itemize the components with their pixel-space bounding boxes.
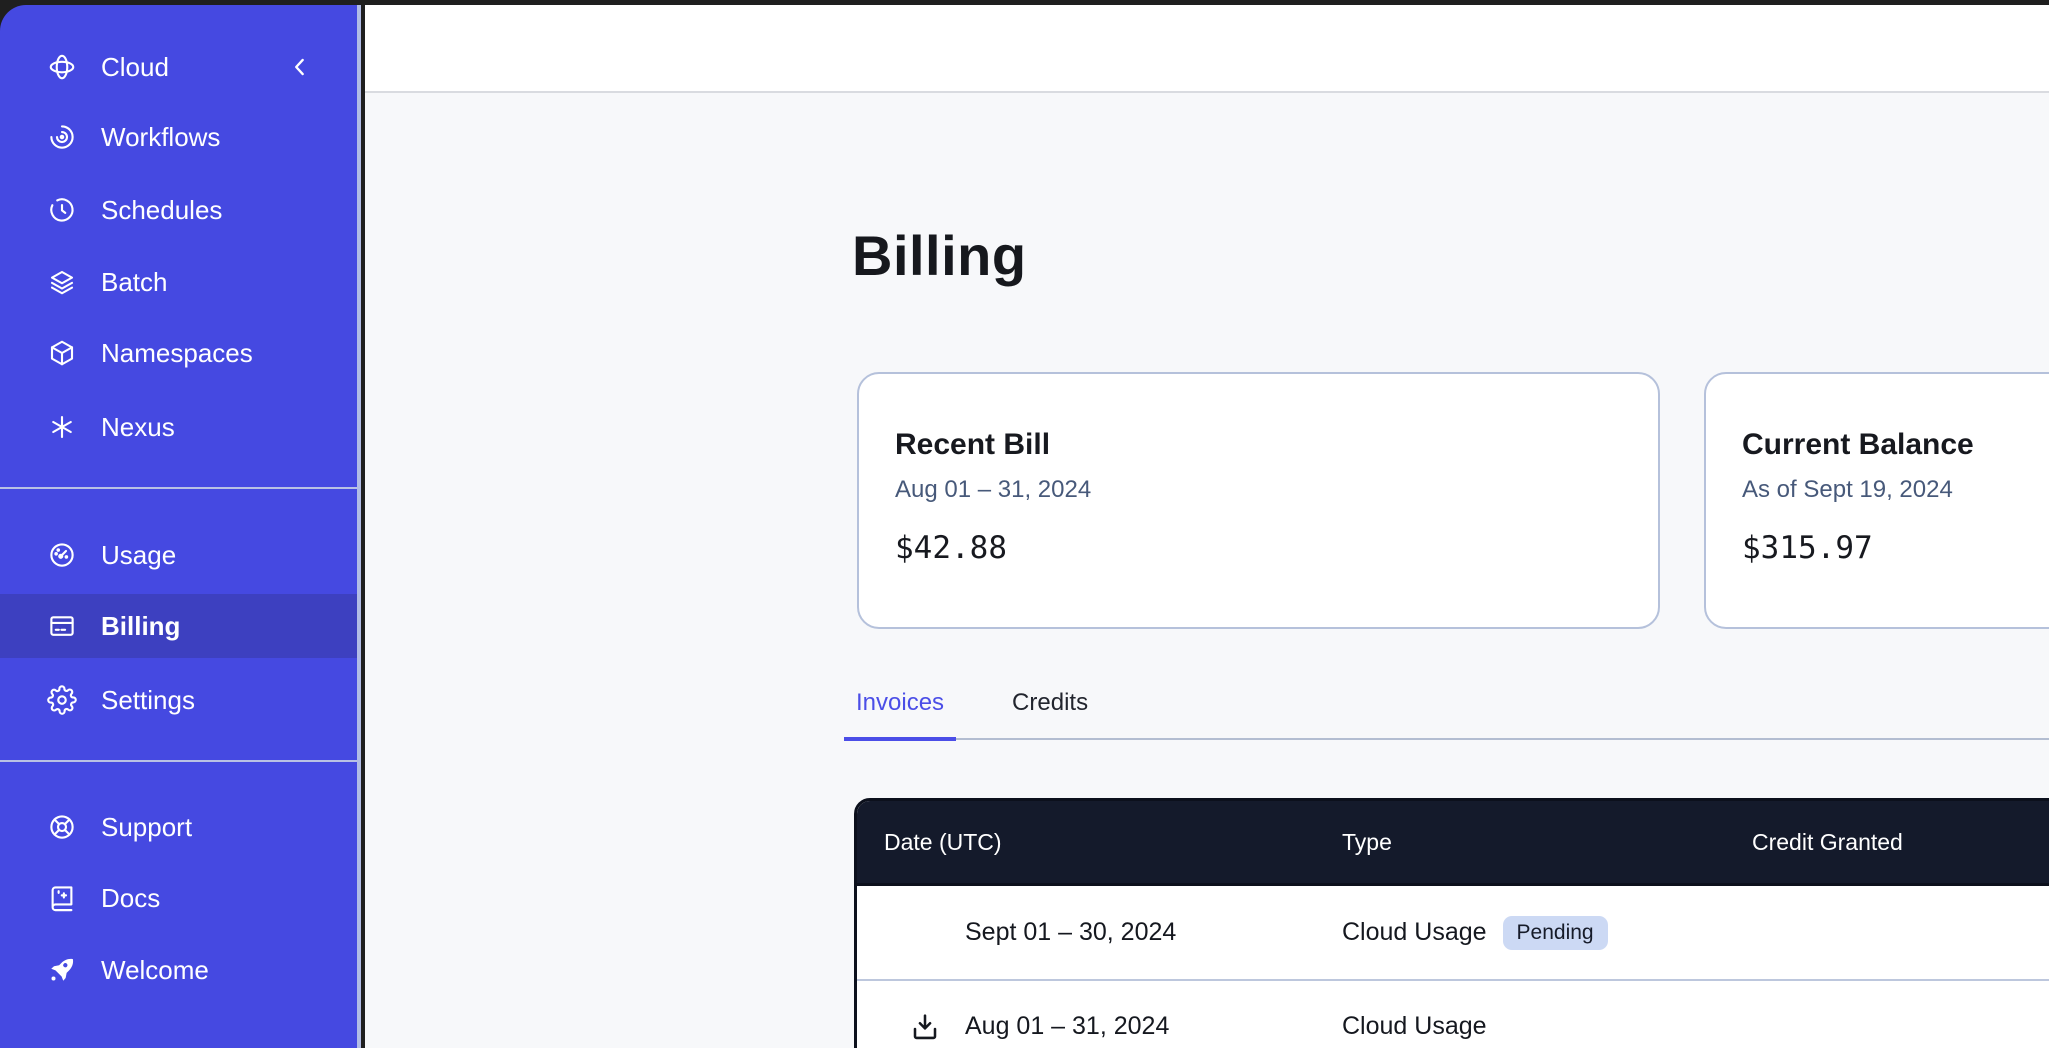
sidebar-item-label: Namespaces [101,338,253,369]
sidebar-item-namespaces[interactable]: Namespaces [0,321,357,385]
card-subtitle: As of Sept 19, 2024 [1742,476,2049,504]
docs-icon [47,883,77,913]
support-icon [47,812,77,842]
sidebar-item-docs[interactable]: Docs [0,866,357,930]
status-badge: Pending [1503,916,1608,950]
page-title: Billing [852,223,1027,288]
invoices-table: Date (UTC) Type Credit Granted Sept 01 –… [854,798,2049,1048]
sidebar-item-nexus[interactable]: Nexus [0,395,357,459]
sidebar-item-label: Settings [101,685,195,716]
sidebar-item-label: Usage [101,540,176,571]
sidebar-divider [0,760,357,762]
card-amount: $42.88 [895,530,1622,566]
sidebar-item-schedules[interactable]: Schedules [0,178,357,242]
usage-icon [47,540,77,570]
sidebar-item-label: Batch [101,267,168,298]
table-row: Aug 01 – 31, 2024 Cloud Usage [857,979,2049,1048]
table-row: Sept 01 – 30, 2024 Cloud Usage Pending [857,886,2049,979]
sidebar-item-label: Support [101,812,192,843]
settings-icon [47,685,77,715]
batch-icon [47,267,77,297]
namespaces-icon [47,338,77,368]
current-balance-card: Current Balance As of Sept 19, 2024 $315… [1704,372,2049,629]
sidebar-item-label: Workflows [101,122,220,153]
column-header-type: Type [1342,829,1752,856]
top-bar [365,5,2049,93]
sidebar-item-batch[interactable]: Batch [0,250,357,314]
sidebar-item-label: Welcome [101,955,209,986]
recent-bill-card: Recent Bill Aug 01 – 31, 2024 $42.88 [857,372,1660,629]
card-subtitle: Aug 01 – 31, 2024 [895,476,1622,504]
sidebar-item-support[interactable]: Support [0,795,357,859]
column-header-credit-granted: Credit Granted [1752,829,2049,856]
sidebar-item-settings[interactable]: Settings [0,668,357,732]
sidebar-brand-label: Cloud [101,52,169,83]
sidebar-item-usage[interactable]: Usage [0,523,357,587]
billing-tabs: Invoices Credits [844,687,2049,740]
temporal-logo-icon [47,52,77,82]
invoice-date: Aug 01 – 31, 2024 [965,1012,1169,1040]
card-title: Recent Bill [895,428,1622,462]
card-amount: $315.97 [1742,530,2049,566]
download-invoice-button[interactable] [909,1011,941,1043]
invoice-type: Cloud Usage [1342,918,1487,947]
tab-credits[interactable]: Credits [1000,687,1100,741]
table-header-row: Date (UTC) Type Credit Granted [857,801,2049,886]
sidebar: Cloud Workflows Schedules Batch [0,5,361,1048]
card-title: Current Balance [1742,428,2049,462]
sidebar-item-label: Billing [101,611,180,642]
sidebar-brand-cloud[interactable]: Cloud [0,35,357,99]
sidebar-item-label: Docs [101,883,160,914]
sidebar-divider [0,487,357,489]
sidebar-collapse-button[interactable] [287,54,313,80]
invoice-date: Sept 01 – 30, 2024 [965,918,1176,946]
download-icon [909,1011,941,1043]
sidebar-item-workflows[interactable]: Workflows [0,105,357,169]
billing-icon [47,611,77,641]
main-content: Billing Recent Bill Aug 01 – 31, 2024 $4… [365,5,2049,1048]
column-header-date: Date (UTC) [857,829,1342,856]
sidebar-item-label: Schedules [101,195,222,226]
schedules-icon [47,195,77,225]
sidebar-item-welcome[interactable]: Welcome [0,938,357,1002]
chevron-left-icon [287,54,313,80]
rocket-icon [47,955,77,985]
sidebar-item-billing[interactable]: Billing [0,594,357,658]
nexus-icon [47,412,77,442]
workflows-icon [47,122,77,152]
tab-invoices[interactable]: Invoices [844,687,956,741]
sidebar-item-label: Nexus [101,412,175,443]
invoice-type: Cloud Usage [1342,1012,1487,1041]
